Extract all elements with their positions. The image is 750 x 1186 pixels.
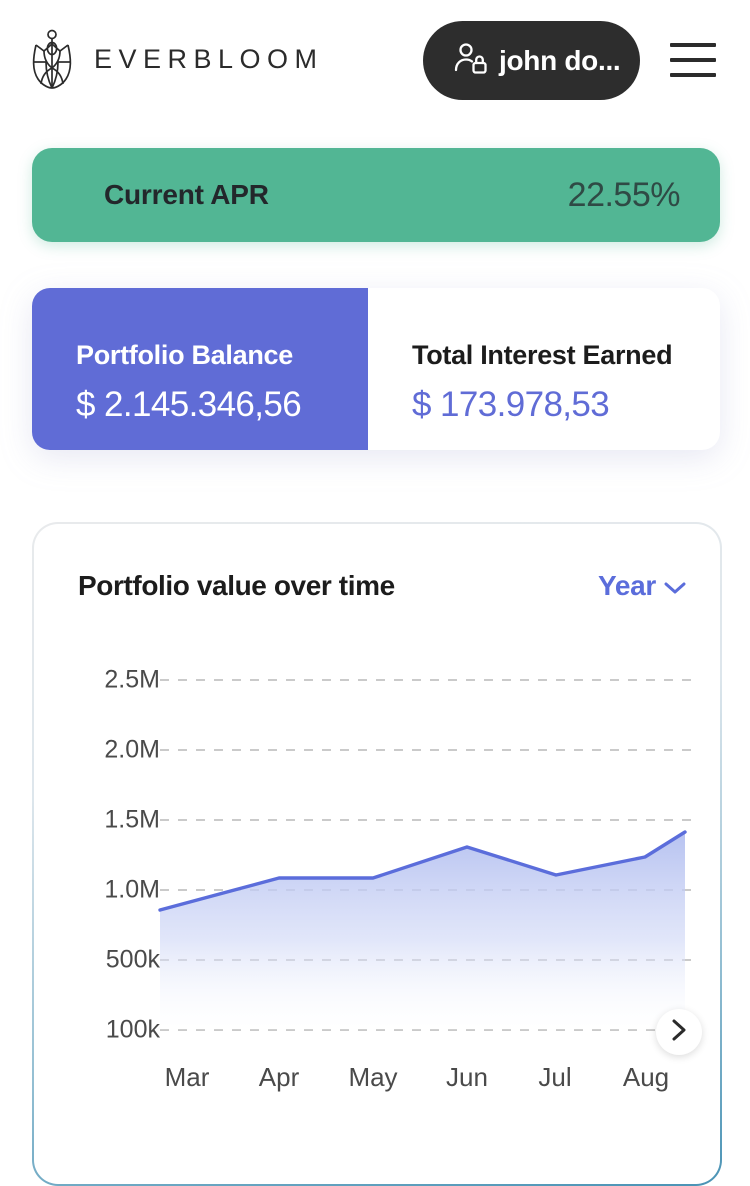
portfolio-chart-card: Portfolio value over time Year (32, 522, 722, 1186)
user-lock-icon (451, 39, 489, 82)
chart-next-button[interactable] (656, 1009, 702, 1055)
total-interest-earned-card[interactable]: Total Interest Earned $ 173.978,53 (368, 288, 720, 450)
y-tick-label: 2.5M (104, 666, 160, 695)
chevron-right-icon (671, 1018, 687, 1047)
hamburger-bar (670, 73, 716, 77)
apr-value: 22.55% (568, 176, 680, 215)
hamburger-bar (670, 43, 716, 47)
x-tick-label: Apr (259, 1062, 299, 1093)
current-apr-card: Current APR 22.55% (32, 148, 720, 242)
portfolio-balance-amount: $ 2.145.346,56 (76, 385, 368, 425)
user-account-button[interactable]: john do... (423, 21, 640, 100)
x-tick-label: May (348, 1062, 397, 1093)
y-tick-label: 1.0M (104, 876, 160, 905)
x-tick-label: Jun (446, 1062, 488, 1093)
bloom-logo-icon (28, 28, 76, 90)
y-tick-label: 2.0M (104, 736, 160, 765)
hamburger-bar (670, 58, 716, 62)
y-tick-label: 1.5M (104, 806, 160, 835)
y-tick-label: 100k (106, 1016, 160, 1045)
x-tick-label: Jul (538, 1062, 571, 1093)
balance-cards-row: Portfolio Balance $ 2.145.346,56 Total I… (32, 288, 720, 450)
brand-name: EVERBLOOM (94, 44, 324, 75)
apr-label: Current APR (104, 179, 269, 211)
total-interest-amount: $ 173.978,53 (412, 385, 720, 425)
chart-x-axis: Mar Apr May Jun Jul Aug (34, 1062, 722, 1102)
portfolio-balance-title: Portfolio Balance (76, 340, 368, 371)
user-name-label: john do... (499, 45, 620, 77)
x-tick-label: Mar (165, 1062, 210, 1093)
total-interest-title: Total Interest Earned (412, 340, 720, 371)
hamburger-menu-icon[interactable] (670, 43, 716, 77)
brand: EVERBLOOM (28, 28, 324, 90)
y-tick-label: 500k (106, 946, 160, 975)
portfolio-balance-card[interactable]: Portfolio Balance $ 2.145.346,56 (32, 288, 368, 450)
x-tick-label: Aug (623, 1062, 669, 1093)
app-header: EVERBLOOM john do... (0, 0, 750, 120)
